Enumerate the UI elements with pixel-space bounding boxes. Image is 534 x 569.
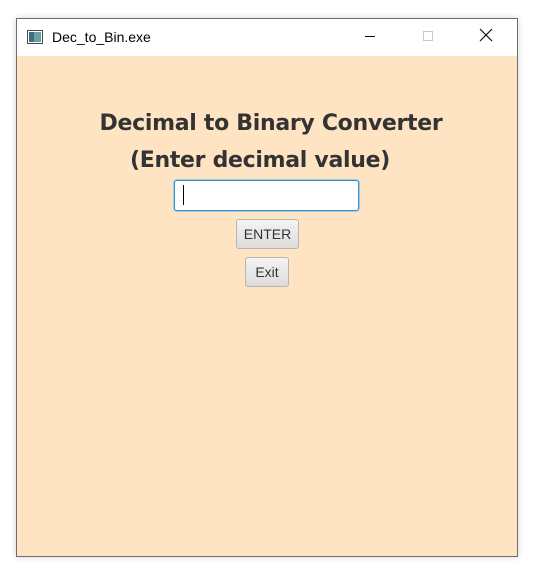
window-title: Dec_to_Bin.exe bbox=[52, 29, 151, 45]
exit-button[interactable]: Exit bbox=[245, 257, 289, 287]
heading-title: Decimal to Binary Converter bbox=[99, 111, 443, 136]
close-button[interactable] bbox=[463, 19, 509, 56]
minimize-button[interactable] bbox=[347, 19, 393, 56]
text-caret bbox=[183, 185, 184, 205]
maximize-icon bbox=[422, 29, 434, 47]
heading-instruction: (Enter decimal value) bbox=[130, 148, 390, 173]
converter-panel: Decimal to Binary Converter (Enter decim… bbox=[17, 56, 517, 556]
decimal-input[interactable] bbox=[174, 180, 359, 211]
maximize-button[interactable] bbox=[405, 19, 451, 56]
title-bar[interactable]: Dec_to_Bin.exe bbox=[17, 19, 517, 56]
app-window-icon bbox=[27, 30, 43, 44]
minimize-icon bbox=[364, 29, 376, 47]
close-icon bbox=[479, 28, 493, 47]
app-window: Dec_to_Bin.exe Decimal to Binary Convert… bbox=[16, 18, 518, 557]
enter-button[interactable]: ENTER bbox=[236, 219, 299, 249]
